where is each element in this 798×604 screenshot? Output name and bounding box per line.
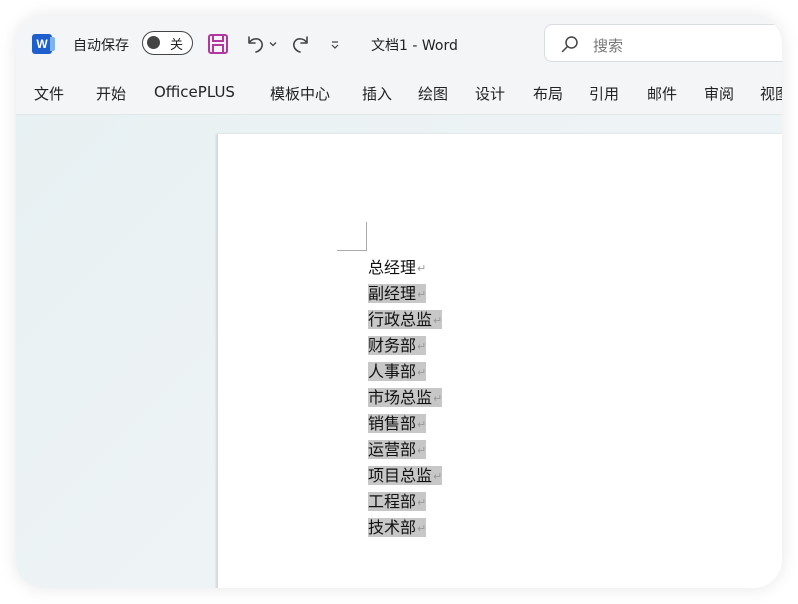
line-text: 项目总监 [368,466,433,485]
line-content: 副经理↵ [368,284,427,303]
document-workspace: 总经理↵ 副经理↵ 行政总监↵ 财务部↵ 人事部↵ 市场总监↵ 销售部↵ 运营部↵ 项目总监↵ 工… [16,115,782,588]
document-line[interactable]: 副经理↵ [368,281,442,307]
paragraph-mark-icon: ↵ [417,444,427,457]
tab-view[interactable]: 视图 [760,83,782,104]
toggle-knob [147,36,160,49]
document-line[interactable]: 技术部↵ [368,515,442,541]
line-text: 行政总监 [368,310,433,329]
document-page[interactable]: 总经理↵ 副经理↵ 行政总监↵ 财务部↵ 人事部↵ 市场总监↵ 销售部↵ 运营部↵ 项目总监↵ 工… [217,134,782,588]
tab-insert[interactable]: 插入 [362,83,392,104]
tab-references[interactable]: 引用 [589,83,619,104]
paragraph-mark-icon: ↵ [417,418,427,431]
tab-layout[interactable]: 布局 [533,83,563,104]
tab-officeplus[interactable]: OfficePLUS [154,83,235,101]
search-input[interactable]: 搜索 [544,24,782,62]
line-text: 销售部 [368,414,417,433]
line-content: 项目总监↵ [368,466,443,485]
line-content: 人事部↵ [368,362,427,381]
document-title: 文档1 - Word [371,38,458,54]
paragraph-mark-icon: ↵ [417,366,427,379]
tab-file[interactable]: 文件 [34,83,64,104]
ribbon-tabs: 文件 开始 OfficePLUS 模板中心 插入 绘图 设计 布局 引用 邮件 … [16,72,782,115]
line-text: 工程部 [368,492,417,511]
document-line[interactable]: 财务部↵ [368,333,442,359]
margin-corner-mark [337,250,367,251]
line-content: 总经理↵ [368,258,426,277]
autosave-label: 自动保存 [73,38,129,54]
document-line[interactable]: 运营部↵ [368,437,442,463]
paragraph-mark-icon: ↵ [417,288,427,301]
line-text: 总经理 [368,258,417,277]
document-line[interactable]: 销售部↵ [368,411,442,437]
document-body[interactable]: 总经理↵ 副经理↵ 行政总监↵ 财务部↵ 人事部↵ 市场总监↵ 销售部↵ 运营部↵ 项目总监↵ 工… [368,255,443,541]
tab-review[interactable]: 审阅 [704,83,734,104]
line-content: 销售部↵ [368,414,427,433]
paragraph-mark-icon: ↵ [433,314,443,327]
word-logo-icon[interactable]: W [32,34,55,54]
redo-icon[interactable] [290,33,312,55]
line-text: 技术部 [368,518,417,537]
paragraph-mark-icon: ↵ [417,496,427,509]
paragraph-mark-icon: ↵ [417,522,427,535]
paragraph-mark-icon: ↵ [417,262,427,275]
document-line[interactable]: 行政总监↵ [368,307,443,333]
line-content: 工程部↵ [368,492,427,511]
paragraph-mark-icon: ↵ [433,392,443,405]
line-content: 行政总监↵ [368,310,443,329]
tab-draw[interactable]: 绘图 [418,83,448,104]
tab-design[interactable]: 设计 [475,83,505,104]
autosave-toggle[interactable]: 关 [142,31,193,55]
tab-template-center[interactable]: 模板中心 [270,83,330,104]
paragraph-mark-icon: ↵ [433,470,443,483]
document-line[interactable]: 人事部↵ [368,359,442,385]
line-text: 副经理 [368,284,417,303]
line-text: 人事部 [368,362,417,381]
line-text: 运营部 [368,440,417,459]
search-placeholder: 搜索 [593,37,624,55]
autosave-state: 关 [170,38,184,53]
document-line[interactable]: 市场总监↵ [368,385,443,411]
margin-corner-mark [366,222,367,250]
undo-icon[interactable] [244,33,266,55]
customize-toolbar-icon[interactable] [330,40,340,50]
title-bar: W 自动保存 关 文档1 - Word 搜索 [16,16,782,72]
save-icon[interactable] [207,33,229,55]
document-line[interactable]: 工程部↵ [368,489,442,515]
document-line[interactable]: 总经理↵ [368,255,442,281]
tab-home[interactable]: 开始 [96,83,126,104]
line-content: 市场总监↵ [368,388,443,407]
document-line[interactable]: 项目总监↵ [368,463,443,489]
line-text: 财务部 [368,336,417,355]
line-content: 技术部↵ [368,518,427,537]
line-content: 运营部↵ [368,440,427,459]
word-window: W 自动保存 关 文档1 - Word 搜索 文件 开始 OfficePLUS … [16,16,782,588]
undo-dropdown-icon[interactable] [269,40,277,48]
paragraph-mark-icon: ↵ [417,340,427,353]
tab-mailings[interactable]: 邮件 [647,83,677,104]
search-icon [561,36,578,53]
line-content: 财务部↵ [368,336,427,355]
line-text: 市场总监 [368,388,433,407]
